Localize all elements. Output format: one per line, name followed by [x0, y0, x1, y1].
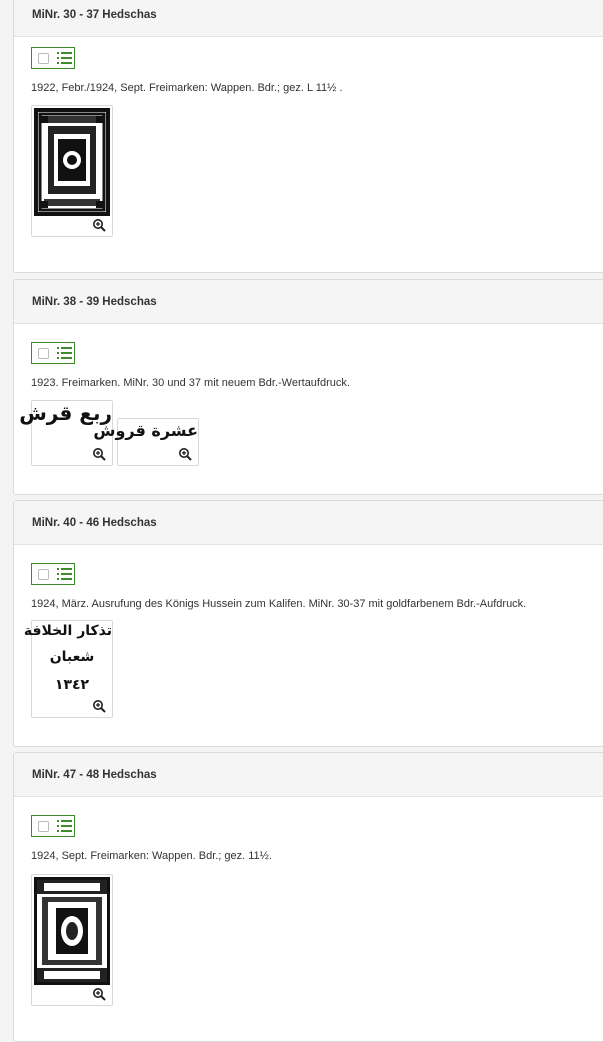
section-title: MiNr. 30 - 37 Hedschas: [14, 0, 603, 37]
select-checkbox[interactable]: [38, 347, 49, 359]
section-toolbar: [31, 342, 75, 364]
catalog-section: MiNr. 47 - 48 Hedschas 1924, Sept. Freim…: [13, 752, 603, 1042]
select-checkbox[interactable]: [38, 820, 49, 832]
stamp-thumbnail[interactable]: [31, 105, 113, 237]
section-title: MiNr. 40 - 46 Hedschas: [14, 501, 603, 545]
overprint-line: شعبان: [49, 649, 95, 665]
list-icon[interactable]: [57, 52, 72, 64]
zoom-in-icon[interactable]: [92, 218, 106, 232]
section-title: MiNr. 38 - 39 Hedschas: [14, 280, 603, 324]
zoom-in-icon[interactable]: [92, 987, 106, 1001]
zoom-in-icon[interactable]: [178, 447, 192, 461]
list-icon[interactable]: [57, 820, 72, 832]
list-icon[interactable]: [57, 347, 72, 359]
list-icon[interactable]: [57, 568, 72, 580]
zoom-in-icon[interactable]: [92, 447, 106, 461]
overprint-line: ١٣٤٢: [54, 677, 90, 693]
catalog-section: MiNr. 40 - 46 Hedschas 1924, März. Ausru…: [13, 500, 603, 747]
section-toolbar: [31, 47, 75, 69]
section-description: 1923. Freimarken. MiNr. 30 und 37 mit ne…: [31, 377, 350, 389]
stamp-image: [34, 108, 110, 216]
select-checkbox[interactable]: [38, 568, 49, 580]
catalog-section: MiNr. 30 - 37 Hedschas 1922, Febr./1924,…: [13, 0, 603, 273]
section-toolbar: [31, 563, 75, 585]
section-toolbar: [31, 815, 75, 837]
section-description: 1924, Sept. Freimarken: Wappen. Bdr.; ge…: [31, 850, 272, 862]
overprint-line: تذكار الخلافة: [23, 623, 112, 639]
overprint-text: عشرة قروش: [93, 421, 198, 440]
zoom-in-icon[interactable]: [92, 699, 106, 713]
select-checkbox[interactable]: [38, 52, 49, 64]
overprint-thumbnail[interactable]: عشرة قروش: [93, 418, 199, 466]
overprint-thumbnail[interactable]: تذكار الخلافة شعبان ١٣٤٢: [23, 620, 113, 718]
stamp-thumbnail[interactable]: [31, 874, 113, 1006]
section-description: 1922, Febr./1924, Sept. Freimarken: Wapp…: [31, 82, 343, 94]
stamp-image: [34, 877, 110, 985]
section-description: 1924, März. Ausrufung des Königs Hussein…: [31, 598, 527, 610]
catalog-section: MiNr. 38 - 39 Hedschas 1923. Freimarken.…: [13, 279, 603, 495]
section-title: MiNr. 47 - 48 Hedschas: [14, 753, 603, 797]
